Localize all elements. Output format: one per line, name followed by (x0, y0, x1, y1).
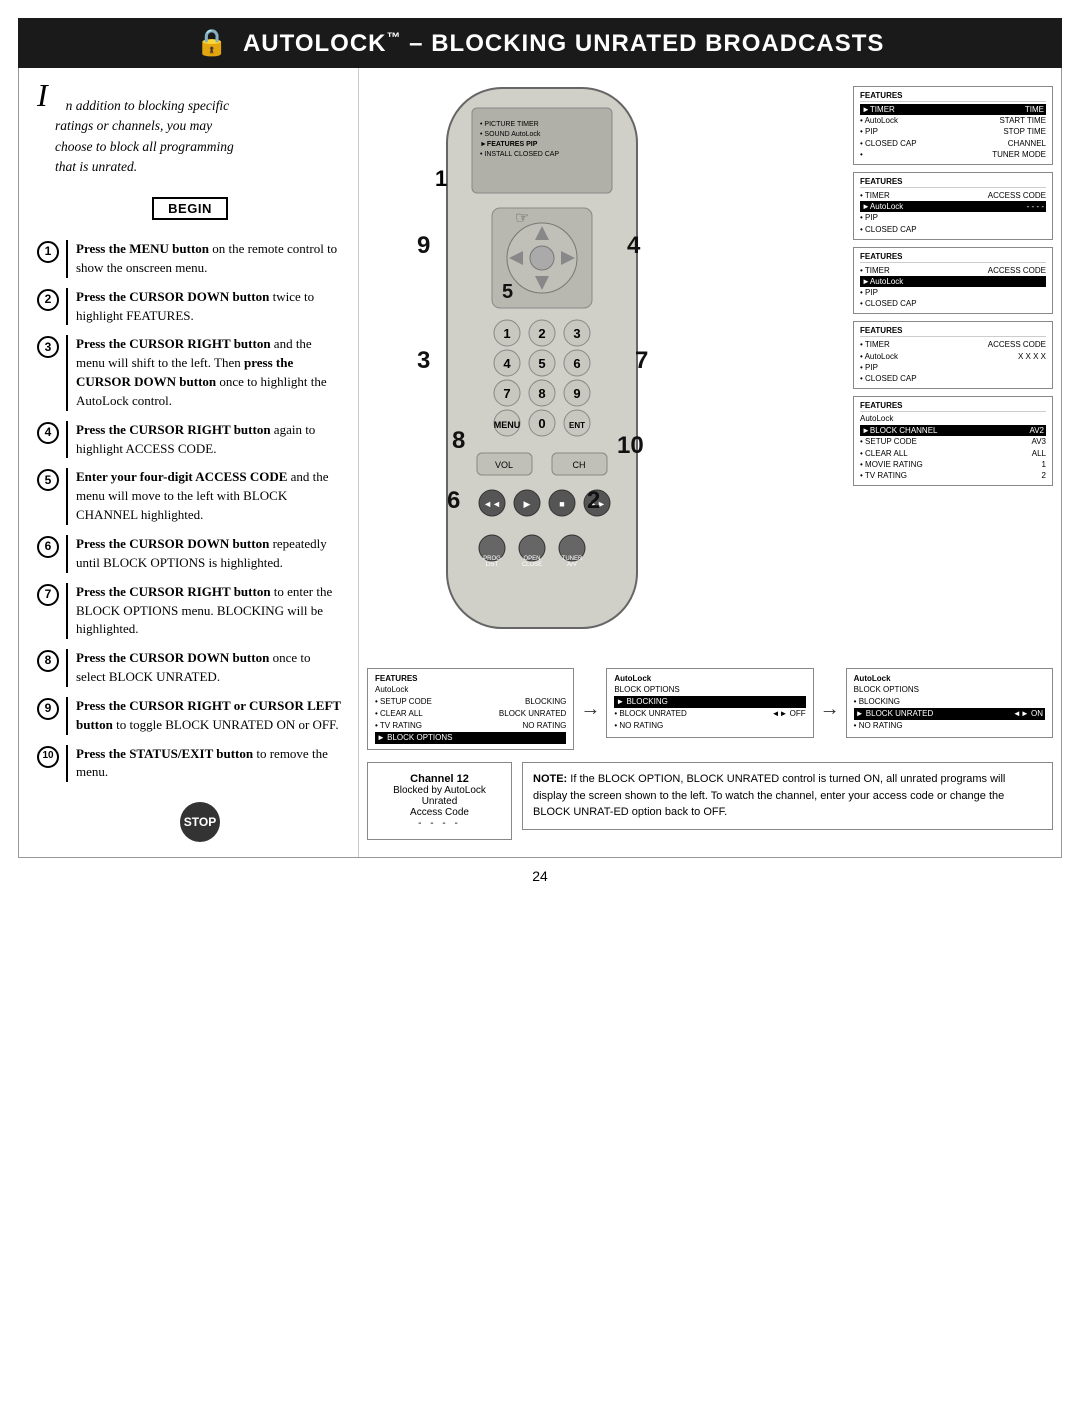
svg-text:2: 2 (587, 487, 600, 514)
step-6-number: 6 (37, 536, 59, 558)
step-4: 4 Press the CURSOR RIGHT button again to… (37, 421, 343, 459)
svg-text:• INSTALL CLOSED CAP: • INSTALL CLOSED CAP (480, 151, 559, 158)
step-5: 5 Enter your four-digit ACCESS CODE and … (37, 468, 343, 525)
bottom-panel-1: FEATURES AutoLock SETUP CODEBLOCKING CLE… (367, 668, 574, 750)
svg-text:0: 0 (538, 416, 545, 431)
svg-text:▶: ▶ (524, 499, 531, 509)
channel-line-5: - - - - (378, 818, 501, 829)
stop-button: STOP (180, 802, 220, 842)
step-2-number: 2 (37, 289, 59, 311)
svg-text:6: 6 (447, 487, 460, 514)
svg-text:9: 9 (573, 386, 580, 401)
channel-line-3: Unrated (378, 796, 501, 807)
screen-panel-1: FEATURES ►TIMERTIME AutoLockSTART TIME P… (853, 86, 1053, 165)
svg-text:MENU: MENU (494, 420, 521, 430)
step-10: 10 Press the STATUS/EXIT button to remov… (37, 745, 343, 783)
svg-text:9: 9 (417, 232, 430, 259)
step-3: 3 Press the CURSOR RIGHT button and the … (37, 335, 343, 410)
note-row: Channel 12 Blocked by AutoLock Unrated A… (367, 762, 1053, 840)
svg-text:• SOUND AutoLock: • SOUND AutoLock (480, 131, 541, 138)
note-box: NOTE: If the BLOCK OPTION, BLOCK UNRATED… (522, 762, 1053, 830)
svg-text:■: ■ (559, 499, 564, 509)
step-8: 8 Press the CURSOR DOWN button once to s… (37, 649, 343, 687)
svg-text:• PICTURE TIMER: • PICTURE TIMER (480, 121, 539, 128)
bottom-panel-3: AutoLock BLOCK OPTIONS BLOCKING BLOCK UN… (846, 668, 1053, 738)
step-8-number: 8 (37, 650, 59, 672)
svg-text:ENT: ENT (569, 421, 585, 430)
step-1: 1 Press the MENU button on the remote co… (37, 240, 343, 278)
note-label: NOTE: (533, 773, 567, 785)
step-6: 6 Press the CURSOR DOWN button repeatedl… (37, 535, 343, 573)
step-7: 7 Press the CURSOR RIGHT button to enter… (37, 583, 343, 640)
screen-panel-5: FEATURES AutoLock ►BLOCK CHANNELAV2 SETU… (853, 396, 1053, 486)
bottom-panel-2: AutoLock BLOCK OPTIONS BLOCKING BLOCK UN… (606, 668, 813, 738)
svg-text:5: 5 (502, 281, 513, 303)
screen-panel-4: FEATURES TIMERACCESS CODE AutoLockX X X … (853, 321, 1053, 389)
step-1-number: 1 (37, 241, 59, 263)
svg-text:8: 8 (538, 386, 545, 401)
channel-display: Channel 12 Blocked by AutoLock Unrated A… (367, 762, 512, 840)
svg-text:LIST: LIST (486, 562, 499, 568)
svg-text:4: 4 (503, 356, 511, 371)
page-number: 24 (0, 858, 1080, 894)
svg-text:7: 7 (635, 347, 648, 374)
lock-icon: 🔒 (196, 28, 228, 58)
svg-text:VOL: VOL (495, 460, 513, 470)
svg-text:5: 5 (538, 356, 545, 371)
svg-text:10: 10 (617, 432, 644, 459)
step-2: 2 Press the CURSOR DOWN button twice to … (37, 288, 343, 326)
channel-line-1: Channel 12 (378, 773, 501, 785)
svg-text:◄◄: ◄◄ (483, 499, 501, 509)
arrow-connector-1: → (580, 668, 600, 721)
step-5-number: 5 (37, 469, 59, 491)
channel-line-4: Access Code (378, 807, 501, 818)
svg-text:1: 1 (435, 166, 447, 191)
screen-panel-3: FEATURES TIMERACCESS CODE ►AutoLock PIP … (853, 247, 1053, 315)
intro-text: In addition to blocking specific ratings… (37, 83, 343, 177)
svg-text:CLOSE: CLOSE (522, 562, 542, 568)
svg-text:1: 1 (503, 326, 510, 341)
step-9: 9 Press the CURSOR RIGHT or CURSOR LEFT … (37, 697, 343, 735)
svg-text:►FEATURES PIP: ►FEATURES PIP (480, 141, 538, 148)
svg-text:6: 6 (573, 356, 580, 371)
svg-text:7: 7 (503, 386, 510, 401)
note-text: If the BLOCK OPTION, BLOCK UNRATED contr… (533, 773, 1005, 818)
svg-text:CH: CH (573, 460, 586, 470)
svg-text:4: 4 (627, 232, 641, 259)
svg-text:3: 3 (417, 347, 430, 374)
main-content: In addition to blocking specific ratings… (18, 68, 1062, 858)
svg-text:A/V: A/V (567, 562, 577, 568)
begin-button: BEGIN (152, 197, 228, 220)
svg-text:3: 3 (573, 326, 580, 341)
svg-text:☞: ☞ (515, 210, 529, 227)
step-4-number: 4 (37, 422, 59, 444)
screen-panel-2: FEATURES TIMERACCESS CODE ►AutoLock- - -… (853, 172, 1053, 240)
screen-panels-column: FEATURES ►TIMERTIME AutoLockSTART TIME P… (853, 78, 1053, 658)
arrow-connector-2: → (820, 668, 840, 721)
bottom-panels-row: FEATURES AutoLock SETUP CODEBLOCKING CLE… (367, 668, 1053, 750)
step-7-number: 7 (37, 584, 59, 606)
page-title: AutoLock™ – Blocking Unrated Broadcasts (243, 29, 884, 58)
step-9-number: 9 (37, 698, 59, 720)
left-column: In addition to blocking specific ratings… (19, 68, 359, 857)
svg-text:2: 2 (538, 326, 545, 341)
page-header: 🔒 AutoLock™ – Blocking Unrated Broadcast… (18, 18, 1062, 68)
step-10-number: 10 (37, 746, 59, 768)
svg-text:8: 8 (452, 427, 465, 454)
channel-line-2: Blocked by AutoLock (378, 785, 501, 796)
step-3-number: 3 (37, 336, 59, 358)
remote-illustration: • PICTURE TIMER • SOUND AutoLock ►FEATUR… (367, 78, 853, 658)
